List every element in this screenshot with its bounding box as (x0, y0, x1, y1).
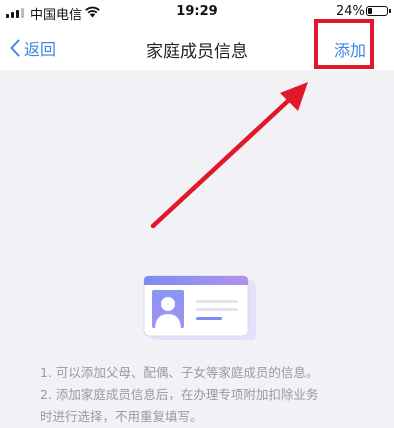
annotation-highlight-box (314, 19, 374, 69)
id-card-illustration (143, 275, 256, 340)
clock: 19:29 (176, 4, 218, 19)
tip-line-3: 时进行选择，不用重复填写。 (40, 409, 203, 424)
tip-line-1: 1. 可以添加父母、配偶、子女等家庭成员的信息。 (40, 365, 319, 380)
tips-text: 1. 可以添加父母、配偶、子女等家庭成员的信息。 2. 添加家庭成员信息后，在办… (40, 362, 380, 428)
battery-icon (366, 6, 388, 16)
tip-line-2: 2. 添加家庭成员信息后，在办理专项附加扣除业务 (40, 387, 319, 402)
battery-percentage: 24% (336, 4, 365, 19)
battery-cap (389, 9, 391, 13)
